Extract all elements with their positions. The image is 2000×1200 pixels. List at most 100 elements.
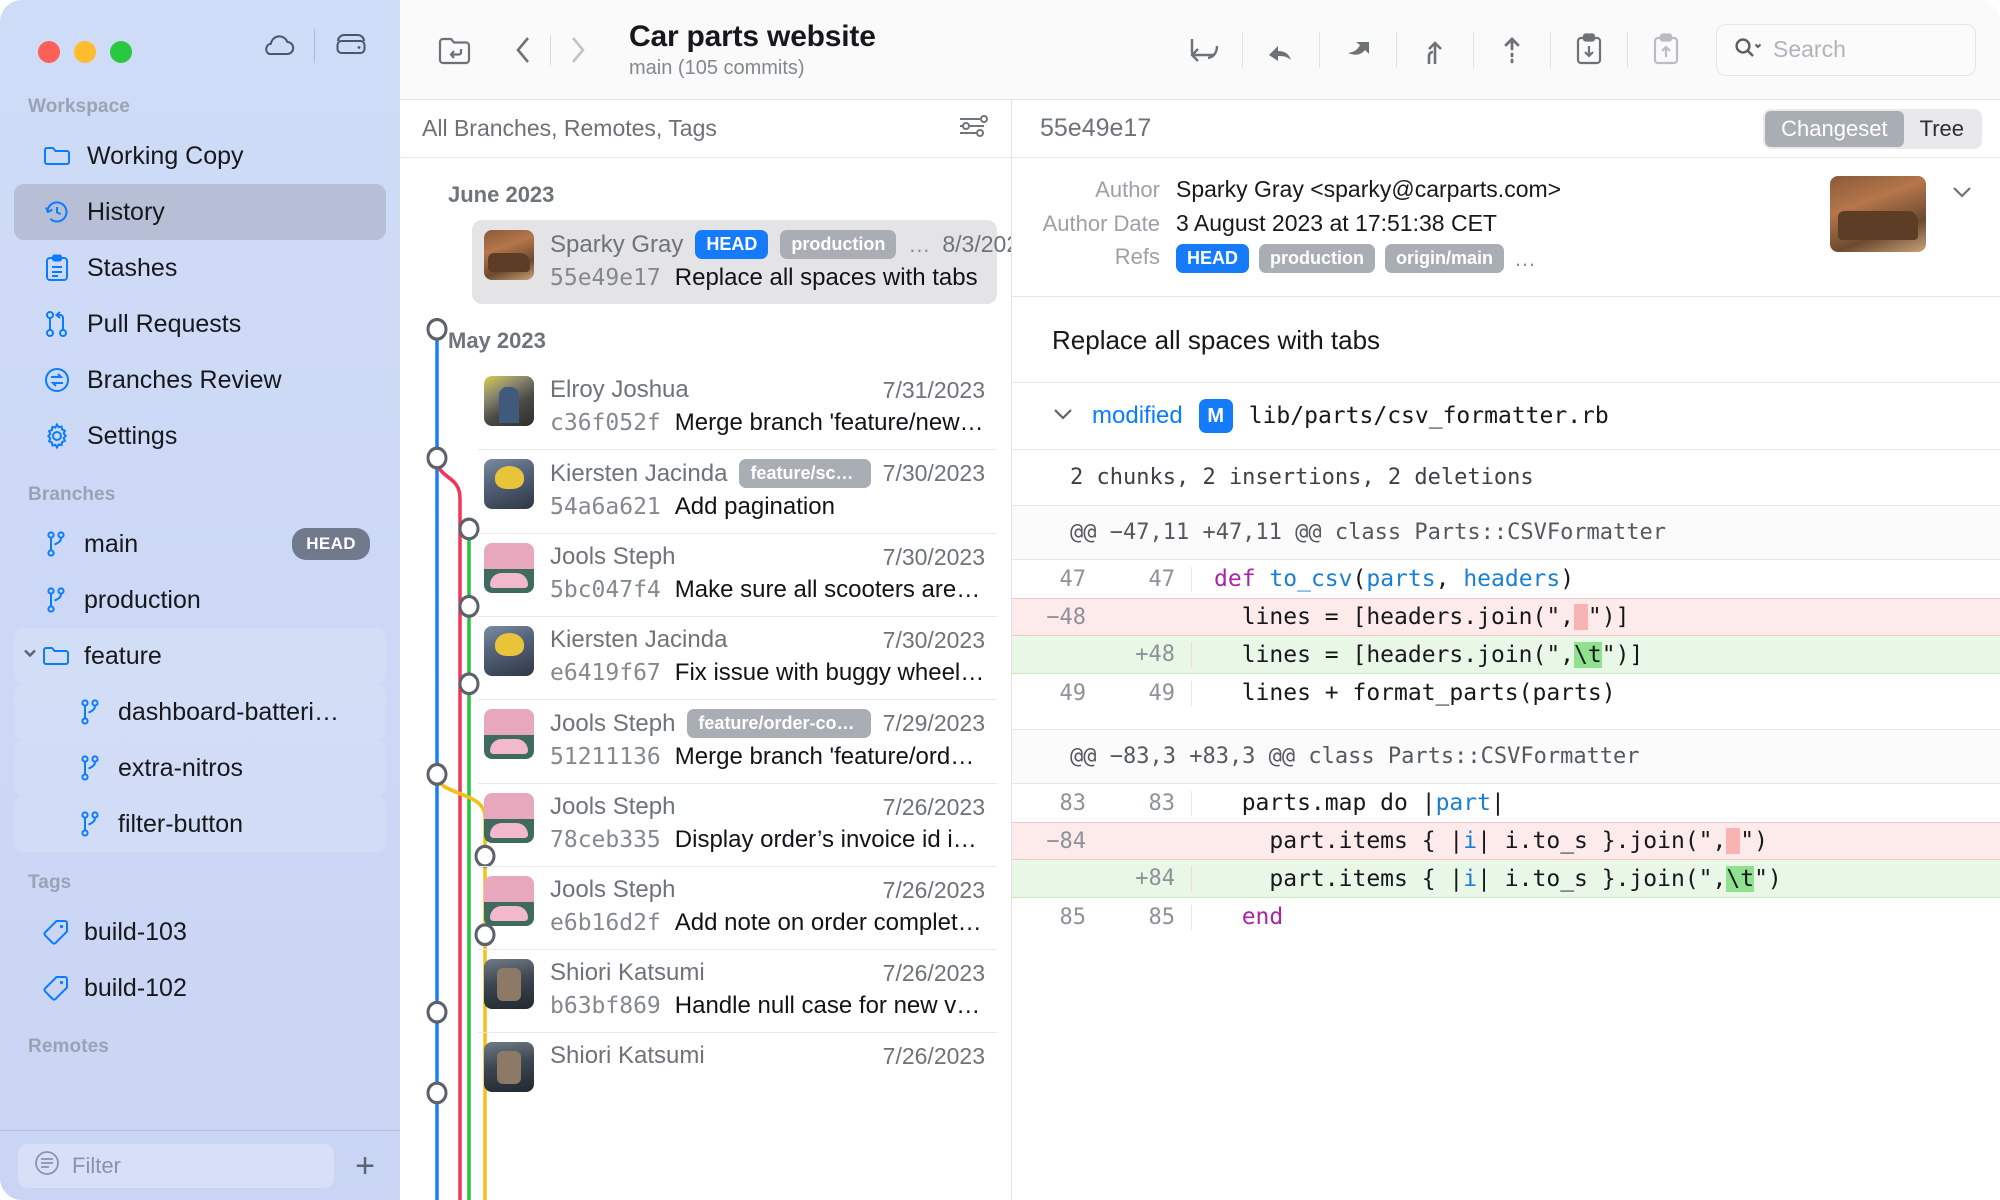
sidebar-item-label: History — [87, 197, 165, 226]
field-label: Author — [1095, 177, 1160, 202]
avatar — [1830, 176, 1926, 252]
commit-subject: Replace all spaces with tabs — [1012, 297, 2000, 383]
arrow-up-dashed-icon[interactable] — [1484, 22, 1540, 78]
sidebar-filter-input[interactable]: Filter — [18, 1143, 334, 1188]
sidebar-branch-main[interactable]: main HEAD — [14, 516, 386, 572]
commit-date: 8/3/2023 — [942, 231, 1011, 257]
ref-badge: production — [780, 230, 897, 259]
commit-author: Jools Steph — [550, 543, 676, 570]
commit-row[interactable]: Kiersten Jacinda feature/scooters 7/30/2… — [400, 449, 1011, 533]
arrow-merge-icon[interactable] — [1253, 22, 1309, 78]
toolbar-actions: Search — [1176, 22, 1976, 78]
clipboard-up-icon[interactable] — [1638, 22, 1694, 78]
sidebar-item-stashes[interactable]: Stashes — [14, 240, 386, 296]
badge-overflow[interactable]: … — [908, 232, 930, 258]
forward-button[interactable] — [551, 24, 603, 76]
sidebar-tag-build-102[interactable]: build-102 — [14, 960, 386, 1016]
commit-row[interactable]: Jools Steph feature/order-com… 7/29/2023… — [400, 699, 1011, 783]
avatar — [484, 230, 534, 280]
diff-line-context: 47 47 def to_csv(parts, headers) — [1012, 560, 2000, 598]
commit-row[interactable]: Kiersten Jacinda 7/30/2023 e6419f67 Fix … — [400, 616, 1011, 699]
commit-row[interactable]: Shiori Katsumi 7/26/2023 — [400, 1032, 1011, 1104]
sidebar-item-label: Stashes — [87, 253, 178, 282]
commit-row[interactable]: Elroy Joshua 7/31/2023 c36f052f Merge br… — [400, 366, 1011, 449]
branch-icon — [76, 810, 104, 838]
expand-metadata-button[interactable] — [1942, 176, 1982, 280]
field-value: Sparky Gray <sparky@carparts.com> — [1176, 176, 1562, 202]
commit-date: 7/26/2023 — [882, 793, 985, 820]
sidebar-branch-extra-nitros[interactable]: extra-nitros — [14, 740, 386, 796]
metadata-row-author-date: Author Date 3 August 2023 at 17:51:38 CE… — [1040, 210, 1814, 237]
commit-row[interactable]: Shiori Katsumi 7/26/2023 b63bf869 Handle… — [400, 949, 1011, 1032]
diff-code: lines = [headers.join(", ")] — [1214, 604, 1630, 630]
close-button[interactable] — [38, 41, 60, 63]
refs-overflow[interactable]: … — [1514, 246, 1536, 272]
metadata-fields: Author Sparky Gray <sparky@carparts.com>… — [1040, 176, 1814, 280]
commit-message: Merge branch 'feature/new-mufflers' — [674, 409, 985, 436]
commit-row-selected[interactable]: Sparky Gray HEAD production … 8/3/2023 5… — [400, 220, 1011, 304]
minimize-button[interactable] — [74, 41, 96, 63]
commit-row[interactable]: Jools Steph 7/26/2023 78ceb335 Display o… — [400, 783, 1011, 866]
search-input[interactable]: Search — [1716, 23, 1976, 76]
sidebar-branch-label: extra-nitros — [118, 753, 244, 782]
back-button[interactable] — [498, 24, 550, 76]
sidebar-branch-filter-button[interactable]: filter-button — [14, 796, 386, 852]
commit-row[interactable]: Jools Steph 7/26/2023 e6b16d2f Add note … — [400, 866, 1011, 949]
sidebar-item-history[interactable]: History — [14, 184, 386, 240]
arrow-up-branch-icon[interactable] — [1407, 22, 1463, 78]
commit-author: Shiori Katsumi — [550, 1042, 705, 1069]
sidebar-branch-dashboard-batteries[interactable]: dashboard-batteri… — [14, 684, 386, 740]
zoom-button[interactable] — [110, 41, 132, 63]
workspace-section-label: Workspace — [28, 96, 130, 117]
sliders-icon[interactable] — [957, 113, 991, 145]
diff-line-deleted: −48 lines = [headers.join(", ")] — [1012, 598, 2000, 636]
sidebar-branch-folder-feature[interactable]: feature — [14, 628, 386, 684]
sidebar-item-settings[interactable]: Settings — [14, 408, 386, 464]
commit-author: Sparky Gray — [550, 230, 684, 258]
clipboard-down-icon[interactable] — [1561, 22, 1617, 78]
view-mode-toggle[interactable]: Changeset Tree — [1763, 108, 1982, 149]
commit-list[interactable]: June 2023 Sparky Gray HEAD production … — [400, 158, 1011, 1200]
tags-section-label: Tags — [28, 872, 72, 893]
commit-hash: 51211136 — [550, 744, 661, 770]
commit-author: Jools Steph — [550, 793, 676, 820]
tag-icon — [42, 974, 70, 1002]
hunk-header: @@ −47,11 +47,11 @@ class Parts::CSVForm… — [1012, 506, 2000, 560]
new-line-number: +48 — [1102, 642, 1192, 667]
arrow-branch-icon[interactable] — [1176, 22, 1232, 78]
chevron-down-icon[interactable] — [1050, 404, 1076, 429]
repository-icon[interactable] — [323, 28, 379, 64]
metadata-row-refs: Refs HEAD production origin/main … — [1040, 244, 1814, 273]
commit-hash: e6b16d2f — [550, 910, 661, 936]
commit-message: Replace all spaces with tabs — [674, 264, 978, 291]
sidebar-item-pull-requests[interactable]: Pull Requests — [14, 296, 386, 352]
field-label: Refs — [1114, 244, 1160, 269]
sidebar-item-working-copy[interactable]: Working Copy — [14, 128, 386, 184]
tab-tree[interactable]: Tree — [1904, 111, 1980, 147]
avatar — [484, 543, 534, 593]
add-button[interactable]: + — [348, 1149, 382, 1183]
sidebar-branch-production[interactable]: production — [14, 572, 386, 628]
commit-hash: 78ceb335 — [550, 827, 661, 853]
chevron-down-icon[interactable] — [18, 641, 42, 672]
metadata-row-author: Author Sparky Gray <sparky@carparts.com> — [1040, 176, 1814, 203]
file-row[interactable]: modified M lib/parts/csv_formatter.rb — [1012, 383, 2000, 450]
cloud-icon[interactable] — [250, 28, 306, 64]
tab-changeset[interactable]: Changeset — [1765, 110, 1904, 147]
sidebar-tag-label: build-102 — [84, 973, 187, 1002]
commit-row[interactable]: Jools Steph 7/30/2023 5bc047f4 Make sure… — [400, 533, 1011, 616]
sidebar-item-branches-review[interactable]: Branches Review — [14, 352, 386, 408]
divider — [314, 29, 315, 63]
sidebar-item-label: Pull Requests — [87, 309, 242, 338]
arrow-rebase-icon[interactable] — [1330, 22, 1386, 78]
sidebar-filter-bar: Filter + — [0, 1130, 400, 1200]
sidebar-tag-build-103[interactable]: build-103 — [14, 904, 386, 960]
main-area: Car parts website main (105 commits) Sea… — [400, 0, 2000, 1200]
search-icon[interactable] — [1733, 35, 1763, 65]
commit-month-header: May 2023 — [448, 328, 546, 353]
open-repository-icon[interactable] — [428, 22, 484, 78]
commit-list-header: All Branches, Remotes, Tags — [400, 100, 1011, 158]
branches-review-icon — [42, 365, 72, 395]
branches-section-label: Branches — [28, 484, 116, 505]
commit-hash: 54a6a621 — [550, 494, 661, 520]
